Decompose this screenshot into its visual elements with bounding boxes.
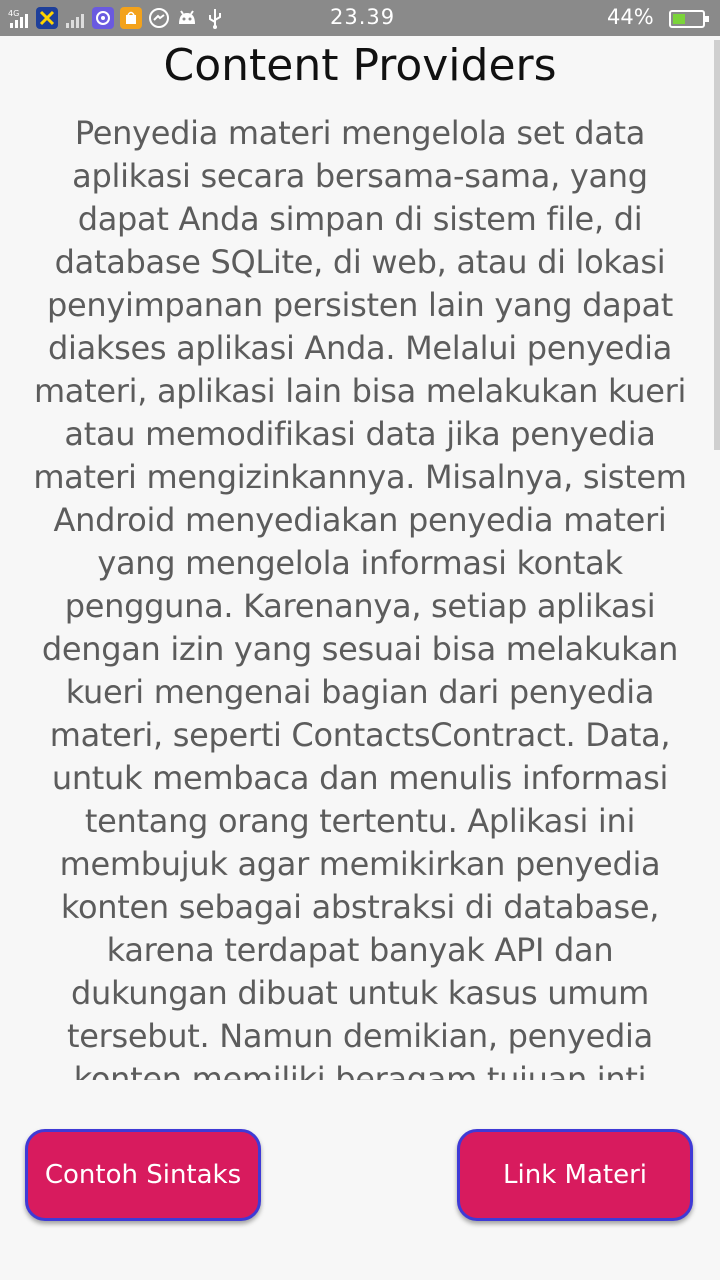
link-materi-button[interactable]: Link Materi <box>457 1129 693 1221</box>
status-bar: 4G 23.39 44% <box>0 0 720 36</box>
status-time: 23.39 <box>330 5 396 29</box>
content-body-text: Penyedia materi mengelola set data aplik… <box>33 114 687 1080</box>
status-icons: 4G <box>8 5 226 31</box>
android-icon <box>176 7 198 29</box>
battery-nub <box>705 16 709 22</box>
scrollbar-thumb[interactable] <box>714 40 720 450</box>
battery-fill <box>673 14 685 24</box>
shop-icon <box>120 7 142 29</box>
contoh-sintaks-button[interactable]: Contoh Sintaks <box>25 1129 261 1221</box>
xl-carrier-icon <box>36 7 58 29</box>
messenger-icon <box>148 7 170 29</box>
battery-icon <box>669 10 709 28</box>
content-scroll-area[interactable]: Penyedia materi mengelola set data aplik… <box>30 112 690 1080</box>
signal-4g-icon: 4G <box>8 7 30 29</box>
battery-percent: 44% <box>607 5 654 29</box>
signal-icon <box>64 7 86 29</box>
browser-icon <box>92 7 114 29</box>
svg-text:4G: 4G <box>8 9 19 18</box>
usb-icon <box>204 7 226 29</box>
page-title: Content Providers <box>163 40 557 91</box>
